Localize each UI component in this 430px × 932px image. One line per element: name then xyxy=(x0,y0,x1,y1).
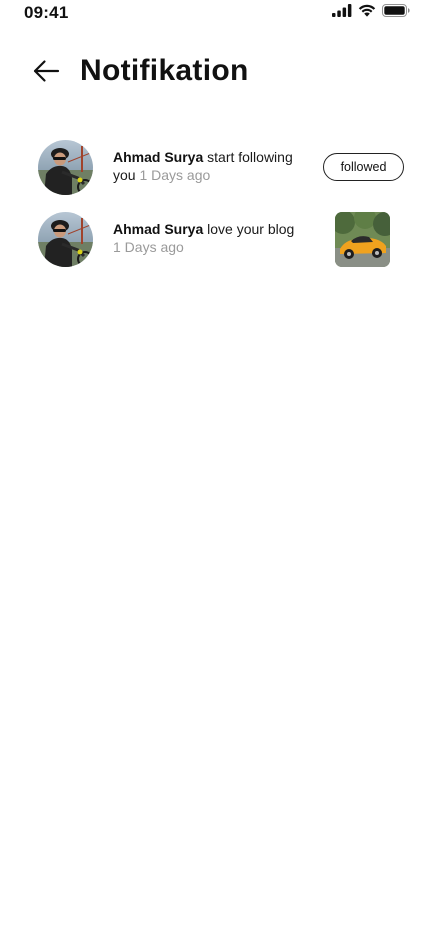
notification-message: love your blog xyxy=(207,221,295,237)
notification-user-name[interactable]: Ahmad Surya xyxy=(113,221,203,237)
arrow-left-icon xyxy=(32,59,60,88)
notification-list: Ahmad Surya start following you 1 Days a… xyxy=(0,138,430,282)
avatar[interactable] xyxy=(38,140,93,195)
status-bar: 09:41 xyxy=(0,0,430,28)
back-button[interactable] xyxy=(30,58,62,88)
notification-item[interactable]: Ahmad Surya start following you 1 Days a… xyxy=(0,138,430,210)
orange-sports-car-thumbnail-icon xyxy=(335,212,390,267)
notification-item[interactable]: Ahmad Surya love your blog 1 Days ago xyxy=(0,210,430,282)
notification-text: Ahmad Surya start following you 1 Days a… xyxy=(113,148,308,184)
followed-button[interactable]: followed xyxy=(323,153,404,181)
avatar[interactable] xyxy=(38,212,93,267)
header: Notifikation xyxy=(0,52,430,92)
blog-thumbnail[interactable] xyxy=(335,212,390,267)
page-title: Notifikation xyxy=(80,54,249,87)
notification-user-name[interactable]: Ahmad Surya xyxy=(113,149,203,165)
status-time: 09:41 xyxy=(24,3,69,22)
cellular-signal-icon xyxy=(332,4,352,22)
battery-icon xyxy=(382,4,410,22)
wifi-icon xyxy=(358,4,376,22)
cyclist-avatar-icon xyxy=(38,212,93,267)
notification-text: Ahmad Surya love your blog 1 Days ago xyxy=(113,220,308,256)
cyclist-avatar-icon xyxy=(38,140,93,195)
notification-time: 1 Days ago xyxy=(113,239,184,255)
notification-time: 1 Days ago xyxy=(139,167,211,183)
status-icons xyxy=(332,4,410,22)
